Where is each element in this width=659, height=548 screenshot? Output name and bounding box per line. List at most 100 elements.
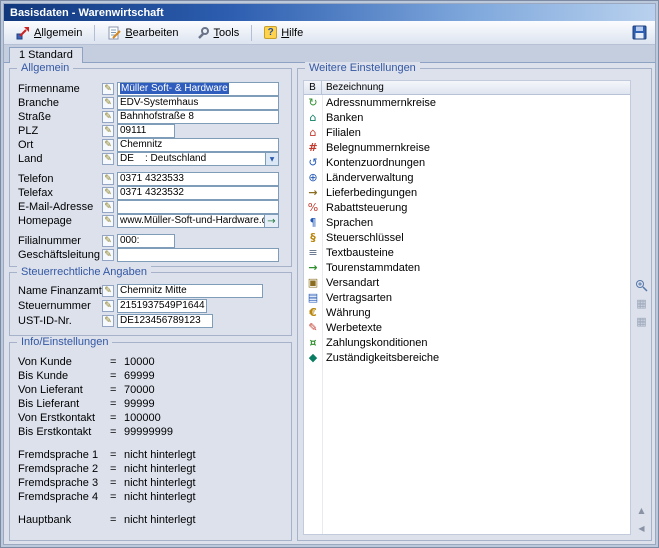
menu-allgemein[interactable]: Allgemein xyxy=(8,23,90,43)
table-row[interactable]: Währung xyxy=(304,305,630,320)
scroll-up-icon[interactable] xyxy=(635,503,649,517)
edit-pencil-icon[interactable] xyxy=(102,139,114,151)
firmenname-field[interactable]: Müller Soft- & Hardware xyxy=(117,82,279,96)
table-row[interactable]: Tourenstammdaten xyxy=(304,260,630,275)
save-button[interactable] xyxy=(631,24,648,41)
table-row[interactable]: Adressnummernkreise xyxy=(304,95,630,110)
equals-sign: = xyxy=(110,370,124,382)
field-row: E-Mail-Adresse xyxy=(18,200,279,214)
titlebar[interactable]: Basisdaten - Warenwirtschaft xyxy=(4,4,655,21)
table-row[interactable]: Vertragsarten xyxy=(304,290,630,305)
table-row[interactable]: Belegnummernkreise xyxy=(304,140,630,155)
info-row: Von Kunde = 10000 xyxy=(18,356,155,368)
truck-icon xyxy=(304,185,322,200)
grid-view-icon[interactable] xyxy=(635,296,649,310)
table-row[interactable]: Sprachen xyxy=(304,215,630,230)
info-row: Fremdsprache 4 = nicht hinterlegt xyxy=(18,491,196,503)
info-value: nicht hinterlegt xyxy=(124,463,196,475)
edit-pencil-icon[interactable] xyxy=(102,300,114,312)
row-label: Länderverwaltung xyxy=(322,172,413,184)
field-row: Homepage www.Müller-Soft-und-Hardware.de xyxy=(18,214,279,228)
field-label: Firmenname xyxy=(18,83,102,95)
key-icon xyxy=(304,230,322,245)
edit-pencil-icon[interactable] xyxy=(102,215,114,227)
info-label: Bis Lieferant xyxy=(18,398,110,410)
field-row: Ort Chemnitz xyxy=(18,138,279,152)
settings-table: B Bezeichnung Adressnummernkreise Banken… xyxy=(303,80,631,535)
row-label: Belegnummernkreise xyxy=(322,142,430,154)
finanzamt-field[interactable]: Chemnitz Mitte xyxy=(117,284,263,298)
grid-view-icon[interactable] xyxy=(635,314,649,328)
ort-field[interactable]: Chemnitz xyxy=(117,138,279,152)
steuernummer-field[interactable]: 2151937549P1644 xyxy=(117,299,207,313)
land-dropdown-button[interactable] xyxy=(265,153,278,165)
telefon-field[interactable]: 0371 4323533 xyxy=(117,172,279,186)
arrow-right-icon xyxy=(267,215,275,227)
land-select[interactable]: DE : Deutschland xyxy=(117,152,279,166)
tab-standard[interactable]: 1 Standard xyxy=(9,47,83,63)
table-row[interactable]: Banken xyxy=(304,110,630,125)
edit-pencil-icon[interactable] xyxy=(102,315,114,327)
column-header-b[interactable]: B xyxy=(304,81,322,94)
table-row[interactable]: Länderverwaltung xyxy=(304,170,630,185)
edit-pencil-icon[interactable] xyxy=(102,153,114,165)
info-row: Bis Lieferant = 99999 xyxy=(18,398,155,410)
menu-tools[interactable]: Tools xyxy=(188,23,248,43)
field-row: Branche EDV-Systemhaus xyxy=(18,96,279,110)
edit-pencil-icon[interactable] xyxy=(102,173,114,185)
edit-pencil-icon[interactable] xyxy=(102,125,114,137)
row-label: Werbetexte xyxy=(322,322,382,334)
table-row[interactable]: Werbetexte xyxy=(304,320,630,335)
menu-bearbeiten[interactable]: Bearbeiten xyxy=(99,23,186,43)
ustid-field[interactable]: DE123456789123 xyxy=(117,314,213,328)
column-header-bezeichnung[interactable]: Bezeichnung xyxy=(322,81,630,94)
badge-icon xyxy=(304,350,322,365)
scroll-left-icon[interactable] xyxy=(635,521,649,535)
table-row[interactable]: Textbausteine xyxy=(304,245,630,260)
strasse-field[interactable]: Bahnhofstraße 8 xyxy=(117,110,279,124)
telefax-field[interactable]: 0371 4323532 xyxy=(117,186,279,200)
row-label: Vertragsarten xyxy=(322,292,392,304)
equals-sign: = xyxy=(110,463,124,475)
table-header: B Bezeichnung xyxy=(304,81,630,95)
table-row[interactable]: Zuständigkeitsbereiche xyxy=(304,350,630,365)
table-row[interactable]: Zahlungskonditionen xyxy=(304,335,630,350)
edit-pencil-icon[interactable] xyxy=(102,201,114,213)
document-icon xyxy=(304,290,322,305)
edit-pencil-icon[interactable] xyxy=(102,83,114,95)
edit-pencil-icon[interactable] xyxy=(102,285,114,297)
field-row: Geschäftsleitung xyxy=(18,248,279,262)
table-row[interactable]: Kontenzuordnungen xyxy=(304,155,630,170)
zoom-in-icon[interactable] xyxy=(635,278,649,292)
menu-bearbeiten-label: Bearbeiten xyxy=(125,27,178,39)
filialnummer-field[interactable]: 000: xyxy=(117,234,175,248)
plz-field[interactable]: 09111 xyxy=(117,124,175,138)
row-label: Sprachen xyxy=(322,217,373,229)
field-row: Firmenname Müller Soft- & Hardware xyxy=(18,82,279,96)
edit-pencil-icon[interactable] xyxy=(102,111,114,123)
geschaeftsleitung-field[interactable] xyxy=(117,248,279,262)
edit-pencil-icon[interactable] xyxy=(102,249,114,261)
edit-pencil-icon[interactable] xyxy=(102,97,114,109)
edit-pencil-icon[interactable] xyxy=(102,187,114,199)
money-icon xyxy=(304,335,322,350)
table-row[interactable]: Versandart xyxy=(304,275,630,290)
info-value: 69999 xyxy=(124,370,155,382)
table-row[interactable]: Steuerschlüssel xyxy=(304,230,630,245)
open-homepage-button[interactable] xyxy=(265,214,279,228)
numbering-icon xyxy=(304,140,322,155)
info-label: Bis Erstkontakt xyxy=(18,426,110,438)
homepage-field[interactable]: www.Müller-Soft-und-Hardware.de xyxy=(117,214,265,228)
info-label: Fremdsprache 3 xyxy=(18,477,110,489)
table-row[interactable]: Rabattsteuerung xyxy=(304,200,630,215)
edit-pencil-icon[interactable] xyxy=(102,235,114,247)
email-field[interactable] xyxy=(117,200,279,214)
table-row[interactable]: Filialen xyxy=(304,125,630,140)
info-value: nicht hinterlegt xyxy=(124,449,196,461)
equals-sign: = xyxy=(110,491,124,503)
table-row[interactable]: Lieferbedingungen xyxy=(304,185,630,200)
field-label: Homepage xyxy=(18,215,102,227)
info-label: Von Lieferant xyxy=(18,384,110,396)
branche-field[interactable]: EDV-Systemhaus xyxy=(117,96,279,110)
menu-hilfe[interactable]: ? Hilfe xyxy=(256,23,311,42)
